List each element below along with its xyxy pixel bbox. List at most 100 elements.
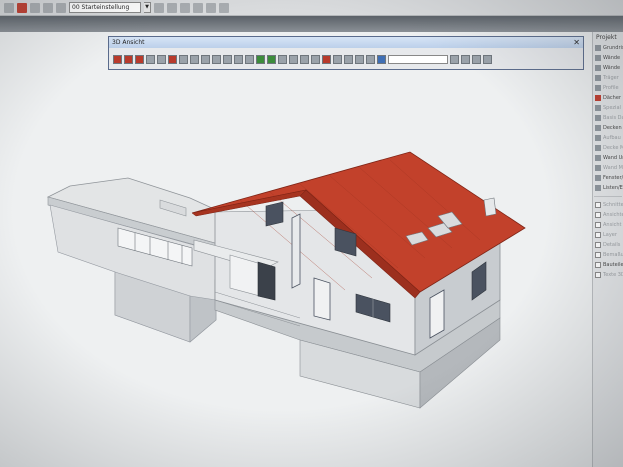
panel-item[interactable]: Spezial: [593, 103, 623, 113]
panel-item[interactable]: Wand Ma.: [593, 163, 623, 173]
export-icon[interactable]: [483, 55, 492, 64]
home-icon[interactable]: [146, 55, 155, 64]
panel-item-label: Spezial: [603, 105, 621, 111]
sun-icon[interactable]: [355, 55, 364, 64]
panel-item[interactable]: Wände: [593, 53, 623, 63]
grid-icon[interactable]: [278, 55, 287, 64]
page-icon: [595, 45, 601, 51]
panel-item-label: Aufbau: [603, 135, 621, 141]
window-door-lower: [313, 277, 331, 321]
project-panel: Projekt Grundriss Wände Wände Träger Profile…: [592, 32, 623, 467]
3d-view-window[interactable]: 3D Ansicht ✕: [108, 36, 584, 70]
cube-icon[interactable]: [212, 55, 221, 64]
checkbox-icon: [595, 272, 601, 278]
panel-item-label: Wand Un.: [603, 155, 623, 161]
window-title: 3D Ansicht: [112, 39, 145, 46]
entrance-door: [257, 261, 276, 301]
profile-icon: [595, 85, 601, 91]
brush-icon[interactable]: [344, 55, 353, 64]
checkbox-icon: [595, 212, 601, 218]
panel-lower-item-label: Schnitte: [603, 202, 623, 208]
clip-icon[interactable]: [300, 55, 309, 64]
panel-item[interactable]: Decke Ma.: [593, 143, 623, 153]
panel-header: Projekt: [596, 34, 617, 41]
wall-icon: [595, 155, 601, 161]
layer-icon[interactable]: [311, 55, 320, 64]
checkbox-icon: [595, 222, 601, 228]
panel-lower-item[interactable]: Texte 3D: [593, 270, 623, 280]
panel-item-label: Basis Da.: [603, 115, 623, 121]
panel-item-label: Wände: [603, 55, 621, 61]
panel-item-label: Dächer: [603, 95, 621, 101]
style-combo[interactable]: [388, 55, 448, 64]
light-icon[interactable]: [135, 55, 144, 64]
panel-lower-item[interactable]: Details: [593, 240, 623, 250]
panel-lower-item[interactable]: Layer: [593, 230, 623, 240]
info-icon[interactable]: [377, 55, 386, 64]
panel-lower-item[interactable]: Ansicht: [593, 220, 623, 230]
panel-item[interactable]: Träger: [593, 73, 623, 83]
cube-wire-icon[interactable]: [223, 55, 232, 64]
render-icon[interactable]: [256, 55, 265, 64]
panel-item-label: Decken: [603, 125, 622, 131]
checkbox-icon: [595, 252, 601, 258]
roof-icon: [595, 95, 601, 101]
annex-side-wall: [189, 295, 217, 343]
texture-icon[interactable]: [267, 55, 276, 64]
panel-item-label: Decke Ma.: [603, 145, 623, 151]
window-icon: [595, 175, 601, 181]
section-icon[interactable]: [289, 55, 298, 64]
house-icon[interactable]: [157, 55, 166, 64]
building-icon[interactable]: [179, 55, 188, 64]
panel-item[interactable]: Wände: [593, 63, 623, 73]
panel-item-label: Listen/Ern.: [603, 185, 623, 191]
settings-icon[interactable]: [366, 55, 375, 64]
panel-item[interactable]: Aufbau: [593, 133, 623, 143]
panel-item[interactable]: Decken: [593, 123, 623, 133]
panel-item[interactable]: Wand Un.: [593, 153, 623, 163]
panel-item[interactable]: Profile: [593, 83, 623, 93]
print-icon[interactable]: [472, 55, 481, 64]
close-icon[interactable]: ✕: [573, 38, 580, 47]
panel-separator: [594, 196, 622, 197]
slab-icon: [595, 125, 601, 131]
panel-lower-list: Schnitte Ansichten Ansicht Layer Details Bema…: [593, 200, 623, 280]
checkbox-icon: [595, 242, 601, 248]
wall-icon[interactable]: [168, 55, 177, 64]
panel-lower-item-label: Texte 3D: [603, 272, 623, 278]
target-icon[interactable]: [113, 55, 122, 64]
zoom-out-icon[interactable]: [461, 55, 470, 64]
panel-lower-item[interactable]: Schnitte: [593, 200, 623, 210]
window-title-bar[interactable]: 3D Ansicht ✕: [109, 37, 583, 48]
base-icon: [595, 115, 601, 121]
marker-icon[interactable]: [322, 55, 331, 64]
panel-lower-item[interactable]: Ansichten: [593, 210, 623, 220]
panel-lower-item-label: Layer: [603, 232, 617, 238]
panel-lower-item-label: Ansichten: [603, 212, 623, 218]
wall-icon: [595, 165, 601, 171]
walk-icon[interactable]: [190, 55, 199, 64]
panel-item[interactable]: Basis Da.: [593, 113, 623, 123]
panel-item-label: Träger: [603, 75, 619, 81]
checkbox-icon: [595, 232, 601, 238]
zoom-in-icon[interactable]: [450, 55, 459, 64]
house-3d-model[interactable]: [0, 0, 592, 467]
layer-icon: [595, 135, 601, 141]
cube-shade-icon[interactable]: [245, 55, 254, 64]
panel-lower-item[interactable]: Bauteile: [593, 260, 623, 270]
special-icon: [595, 105, 601, 111]
camera-icon[interactable]: [124, 55, 133, 64]
panel-lower-item-label: Bauteile: [603, 262, 623, 268]
panel-item[interactable]: Fenster/T.: [593, 173, 623, 183]
3d-toolbar: [109, 48, 583, 68]
rotate-icon[interactable]: [201, 55, 210, 64]
panel-lower-item[interactable]: Bemaßung: [593, 250, 623, 260]
cube-solid-icon[interactable]: [234, 55, 243, 64]
panel-item[interactable]: Grundriss: [593, 43, 623, 53]
panel-item-label: Wände: [603, 65, 621, 71]
wall-icon: [595, 55, 601, 61]
chimney: [483, 197, 497, 217]
panel-item[interactable]: Listen/Ern.: [593, 183, 623, 193]
pencil-icon[interactable]: [333, 55, 342, 64]
panel-item[interactable]: Dächer: [593, 93, 623, 103]
